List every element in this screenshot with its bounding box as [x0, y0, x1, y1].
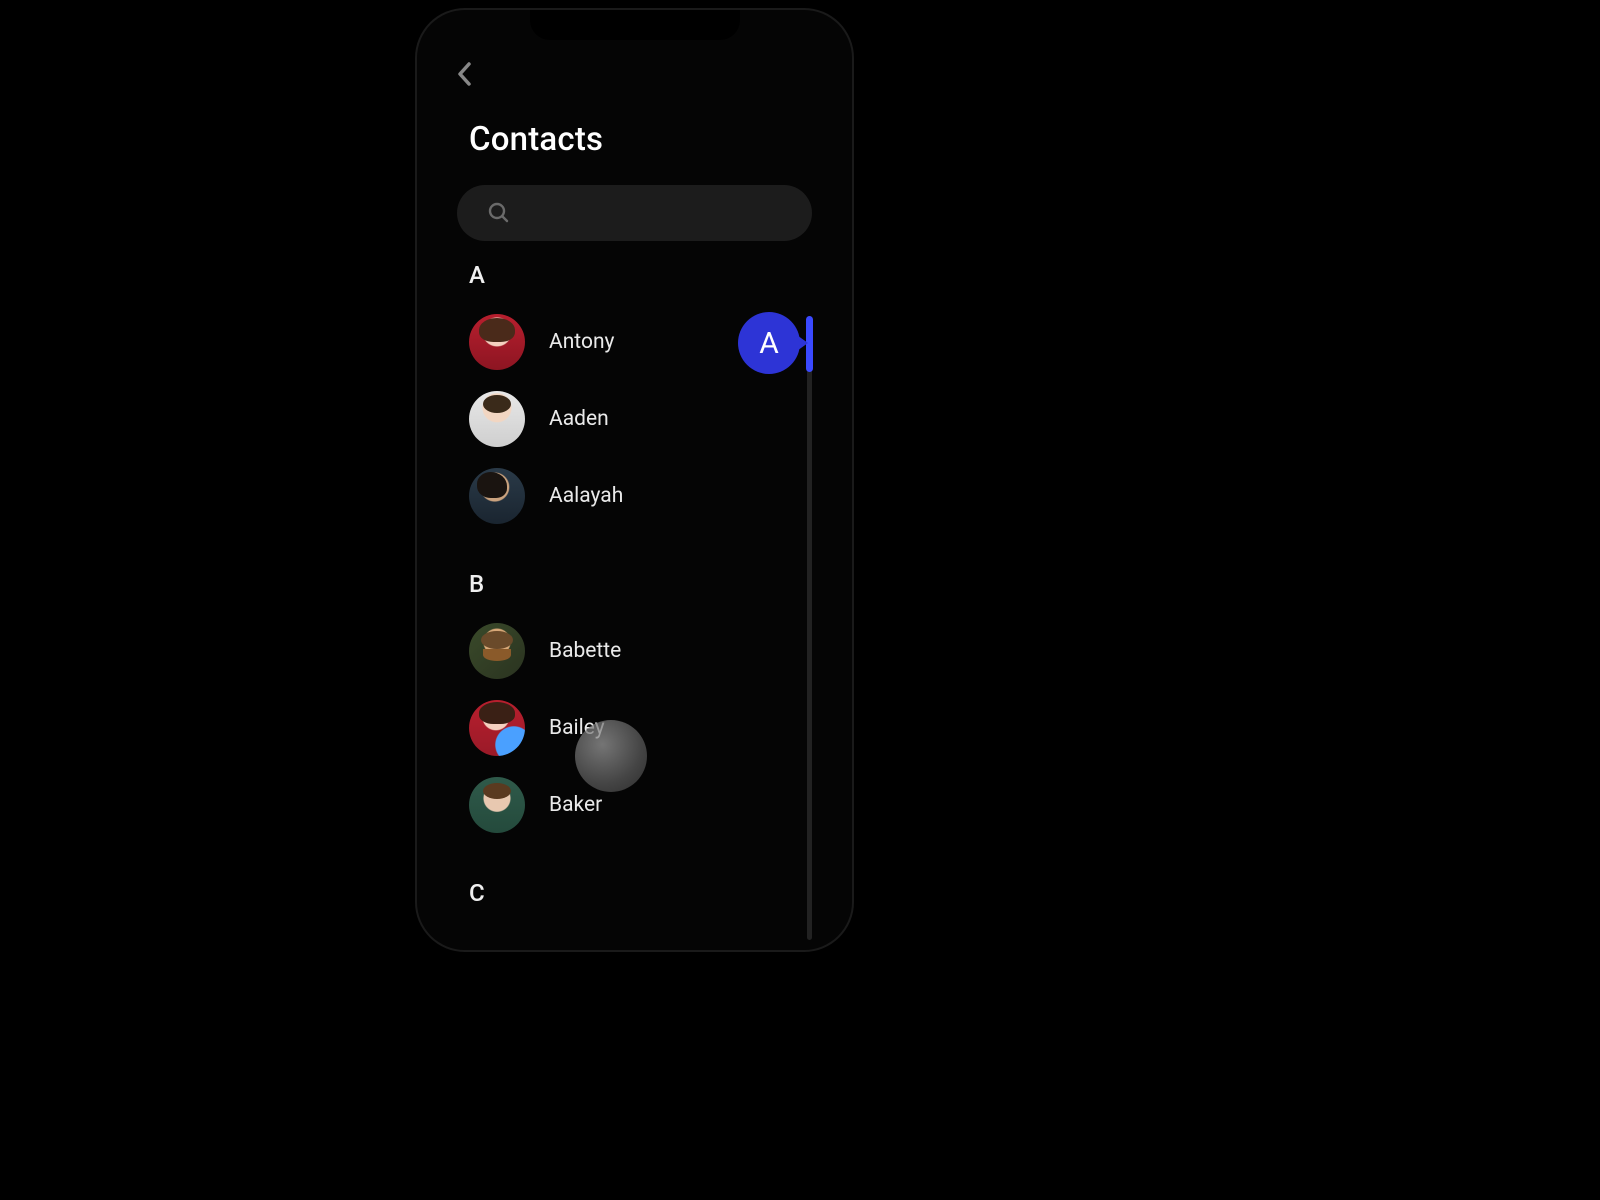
avatar: [469, 314, 525, 370]
contact-row[interactable]: Bailey: [469, 689, 852, 766]
contact-name: Bailey: [549, 716, 605, 740]
section-header-b: B: [469, 570, 852, 598]
contact-name: Aalayah: [549, 484, 623, 508]
contact-row[interactable]: Baker: [469, 766, 852, 843]
section-header-c: C: [469, 879, 852, 907]
screen: Contacts A Antony Aaden Aalayah B Babett…: [417, 10, 852, 950]
search-input[interactable]: [457, 185, 812, 241]
avatar: [469, 391, 525, 447]
alpha-scroll-track[interactable]: [807, 316, 812, 940]
device-notch: [530, 10, 740, 40]
contact-name: Baker: [549, 793, 602, 817]
avatar: [469, 468, 525, 524]
back-button[interactable]: [449, 58, 481, 90]
page-title: Contacts: [469, 120, 852, 159]
search-icon: [487, 201, 511, 225]
contact-name: Aaden: [549, 407, 609, 431]
section-header-a: A: [469, 261, 852, 289]
contact-row[interactable]: Aalayah: [469, 457, 852, 534]
chevron-left-icon: [455, 60, 475, 88]
avatar: [469, 700, 525, 756]
avatar: [469, 623, 525, 679]
contact-name: Antony: [549, 330, 614, 354]
contact-row[interactable]: Babette: [469, 612, 852, 689]
avatar: [469, 777, 525, 833]
contact-name: Babette: [549, 639, 621, 663]
contact-row[interactable]: Aaden: [469, 380, 852, 457]
phone-frame: Contacts A Antony Aaden Aalayah B Babett…: [417, 10, 852, 950]
alpha-index-bubble: A: [738, 312, 800, 374]
